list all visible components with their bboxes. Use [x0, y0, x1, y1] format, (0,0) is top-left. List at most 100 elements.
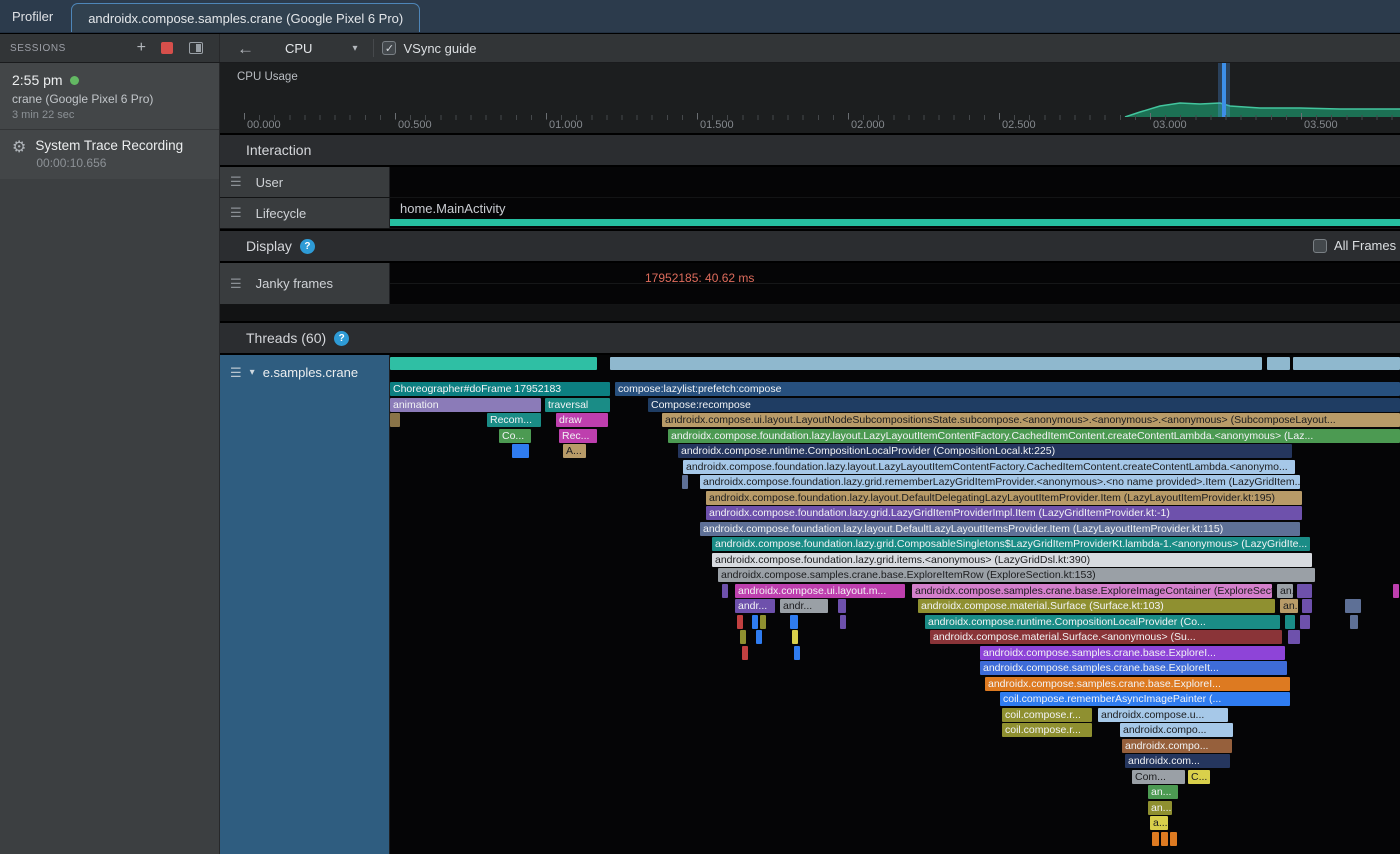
trace-span[interactable]: androidx.compose.samples.crane.base.Expl…: [985, 677, 1290, 691]
chevron-down-icon[interactable]: ▾: [250, 367, 255, 378]
trace-span[interactable]: Compose:recompose: [648, 398, 1400, 412]
trace-span[interactable]: [1288, 630, 1300, 644]
help-icon[interactable]: ?: [334, 331, 349, 346]
trace-span[interactable]: an...: [1148, 801, 1172, 815]
trace-span[interactable]: androidx.compose.foundation.lazy.layout.…: [668, 429, 1400, 443]
help-icon[interactable]: ?: [300, 239, 315, 254]
trace-span[interactable]: [760, 615, 766, 629]
trace-span[interactable]: androidx.compose.runtime.CompositionLoca…: [925, 615, 1280, 629]
trace-span[interactable]: [752, 615, 758, 629]
trace-span[interactable]: compose:lazylist:prefetch:compose: [615, 382, 1400, 396]
trace-span[interactable]: androidx.compose.samples.crane.base.Expl…: [980, 661, 1287, 675]
trace-span[interactable]: andr...: [735, 599, 775, 613]
trace-span[interactable]: [1297, 584, 1312, 598]
trace-span[interactable]: [1345, 599, 1361, 613]
trace-span[interactable]: C...: [1188, 770, 1210, 784]
session-card[interactable]: 2:55 pm crane (Google Pixel 6 Pro) 3 min…: [0, 63, 219, 130]
trace-span[interactable]: draw: [556, 413, 608, 427]
flame-chart[interactable]: Choreographer#doFrame 17952183 compose:la…: [390, 382, 1400, 854]
trace-span[interactable]: androidx.compose.u...: [1098, 708, 1228, 722]
trace-span[interactable]: [1300, 615, 1310, 629]
all-frames-checkbox[interactable]: All Frames: [1313, 238, 1400, 253]
trace-span[interactable]: [512, 444, 529, 458]
back-arrow-icon[interactable]: ←: [230, 40, 261, 57]
lifecycle-track-gutter[interactable]: ☰ Lifecycle: [220, 198, 390, 228]
trace-span[interactable]: androidx.compo...: [1122, 739, 1232, 753]
trace-span[interactable]: [790, 615, 798, 629]
trace-span[interactable]: traversal: [545, 398, 610, 412]
trace-span[interactable]: androidx.compose.ui.layout.LayoutNodeSub…: [662, 413, 1400, 427]
trace-span[interactable]: [794, 646, 800, 660]
trace-span[interactable]: androidx.compose.samples.crane.base.Expl…: [718, 568, 1315, 582]
trace-span[interactable]: coil.compose.r...: [1002, 708, 1092, 722]
trace-span[interactable]: [742, 646, 748, 660]
drag-handle-icon[interactable]: ☰: [230, 205, 242, 221]
janky-frames-track[interactable]: 17952185: 40.62 ms: [390, 263, 1400, 304]
trace-span[interactable]: androidx.compose.foundation.lazy.grid.La…: [706, 506, 1302, 520]
stop-recording-icon[interactable]: [161, 42, 173, 54]
trace-span[interactable]: androidx.compose.foundation.lazy.layout.…: [700, 522, 1300, 536]
trace-span[interactable]: [838, 599, 846, 613]
trace-span[interactable]: [1161, 832, 1168, 846]
trace-span[interactable]: [737, 615, 743, 629]
collapse-panel-icon[interactable]: [189, 42, 203, 54]
trace-span[interactable]: androidx.compose.foundation.lazy.grid.re…: [700, 475, 1300, 489]
trace-span[interactable]: [1152, 832, 1159, 846]
trace-span[interactable]: an...: [1280, 599, 1298, 613]
system-trace-recording-item[interactable]: ⚙ System Trace Recording 00:00:10.656: [0, 130, 219, 179]
trace-span[interactable]: androidx.compose.foundation.lazy.grid.Co…: [712, 537, 1310, 551]
trace-span[interactable]: coil.compose.rememberAsyncImagePainter (…: [1000, 692, 1290, 706]
session-tab[interactable]: androidx.compose.samples.crane (Google P…: [71, 3, 420, 32]
trace-span[interactable]: androidx.compose.foundation.lazy.layout.…: [683, 460, 1295, 474]
trace-span[interactable]: A...: [563, 444, 586, 458]
profiler-mode-select[interactable]: CPU ▾: [277, 38, 365, 59]
trace-span[interactable]: animation: [390, 398, 541, 412]
trace-span[interactable]: [682, 475, 688, 489]
trace-span[interactable]: androidx.compose.foundation.lazy.layout.…: [706, 491, 1302, 505]
trace-span[interactable]: [840, 615, 846, 629]
display-section-header: Display ? All Frames: [220, 231, 1400, 261]
trace-span[interactable]: [1302, 599, 1312, 613]
trace-span[interactable]: androidx.compose.material.Surface (Surfa…: [918, 599, 1275, 613]
trace-span[interactable]: androidx.compose.material.Surface.<anony…: [930, 630, 1282, 644]
lifecycle-activity-bar[interactable]: [390, 219, 1400, 226]
trace-span[interactable]: Choreographer#doFrame 17952183: [390, 382, 610, 396]
trace-span[interactable]: coil.compose.r...: [1002, 723, 1092, 737]
add-session-icon[interactable]: +: [130, 40, 153, 56]
drag-handle-icon[interactable]: ☰: [230, 174, 242, 190]
trace-span[interactable]: [740, 630, 746, 644]
thread-flame-track[interactable]: Choreographer#doFrame 17952183 compose:la…: [390, 355, 1400, 854]
trace-span[interactable]: Co...: [499, 429, 531, 443]
trace-span[interactable]: Rec...: [559, 429, 597, 443]
trace-span[interactable]: androidx.compose.ui.layout.m...: [735, 584, 905, 598]
trace-span[interactable]: androidx.compo...: [1120, 723, 1233, 737]
trace-span[interactable]: [722, 584, 728, 598]
trace-span[interactable]: a...: [1150, 816, 1168, 830]
user-track[interactable]: [390, 167, 1400, 197]
trace-span[interactable]: androidx.compose.samples.crane.base.Expl…: [912, 584, 1272, 598]
trace-span[interactable]: [1170, 832, 1177, 846]
trace-span[interactable]: androidx.compose.samples.crane.base.Expl…: [980, 646, 1285, 660]
drag-handle-icon[interactable]: ☰: [230, 365, 242, 381]
janky-track-gutter[interactable]: ☰ Janky frames: [220, 263, 390, 304]
trace-span[interactable]: Recom...: [487, 413, 541, 427]
trace-span[interactable]: an...: [1277, 584, 1293, 598]
trace-span[interactable]: [1393, 584, 1399, 598]
cpu-usage-chart[interactable]: CPU Usage 00.00000.50001.00001.50002.000…: [220, 63, 1400, 133]
trace-span[interactable]: [1350, 615, 1358, 629]
lifecycle-track[interactable]: home.MainActivity: [390, 198, 1400, 228]
trace-span[interactable]: androidx.compose.runtime.CompositionLoca…: [678, 444, 1292, 458]
trace-span[interactable]: Com...: [1132, 770, 1185, 784]
thread-gutter-selected[interactable]: ☰ ▾ e.samples.crane: [220, 355, 390, 854]
trace-span[interactable]: [792, 630, 798, 644]
trace-span[interactable]: androidx.compose.foundation.lazy.grid.it…: [712, 553, 1312, 567]
trace-span[interactable]: androidx.com...: [1125, 754, 1230, 768]
trace-span[interactable]: [390, 413, 400, 427]
trace-span[interactable]: [756, 630, 762, 644]
vsync-guide-checkbox[interactable]: ✓ VSync guide: [382, 41, 476, 56]
trace-span[interactable]: [1285, 615, 1295, 629]
drag-handle-icon[interactable]: ☰: [230, 276, 242, 292]
trace-span[interactable]: andr...: [780, 599, 828, 613]
trace-span[interactable]: an...: [1148, 785, 1178, 799]
user-track-gutter[interactable]: ☰ User: [220, 167, 390, 197]
